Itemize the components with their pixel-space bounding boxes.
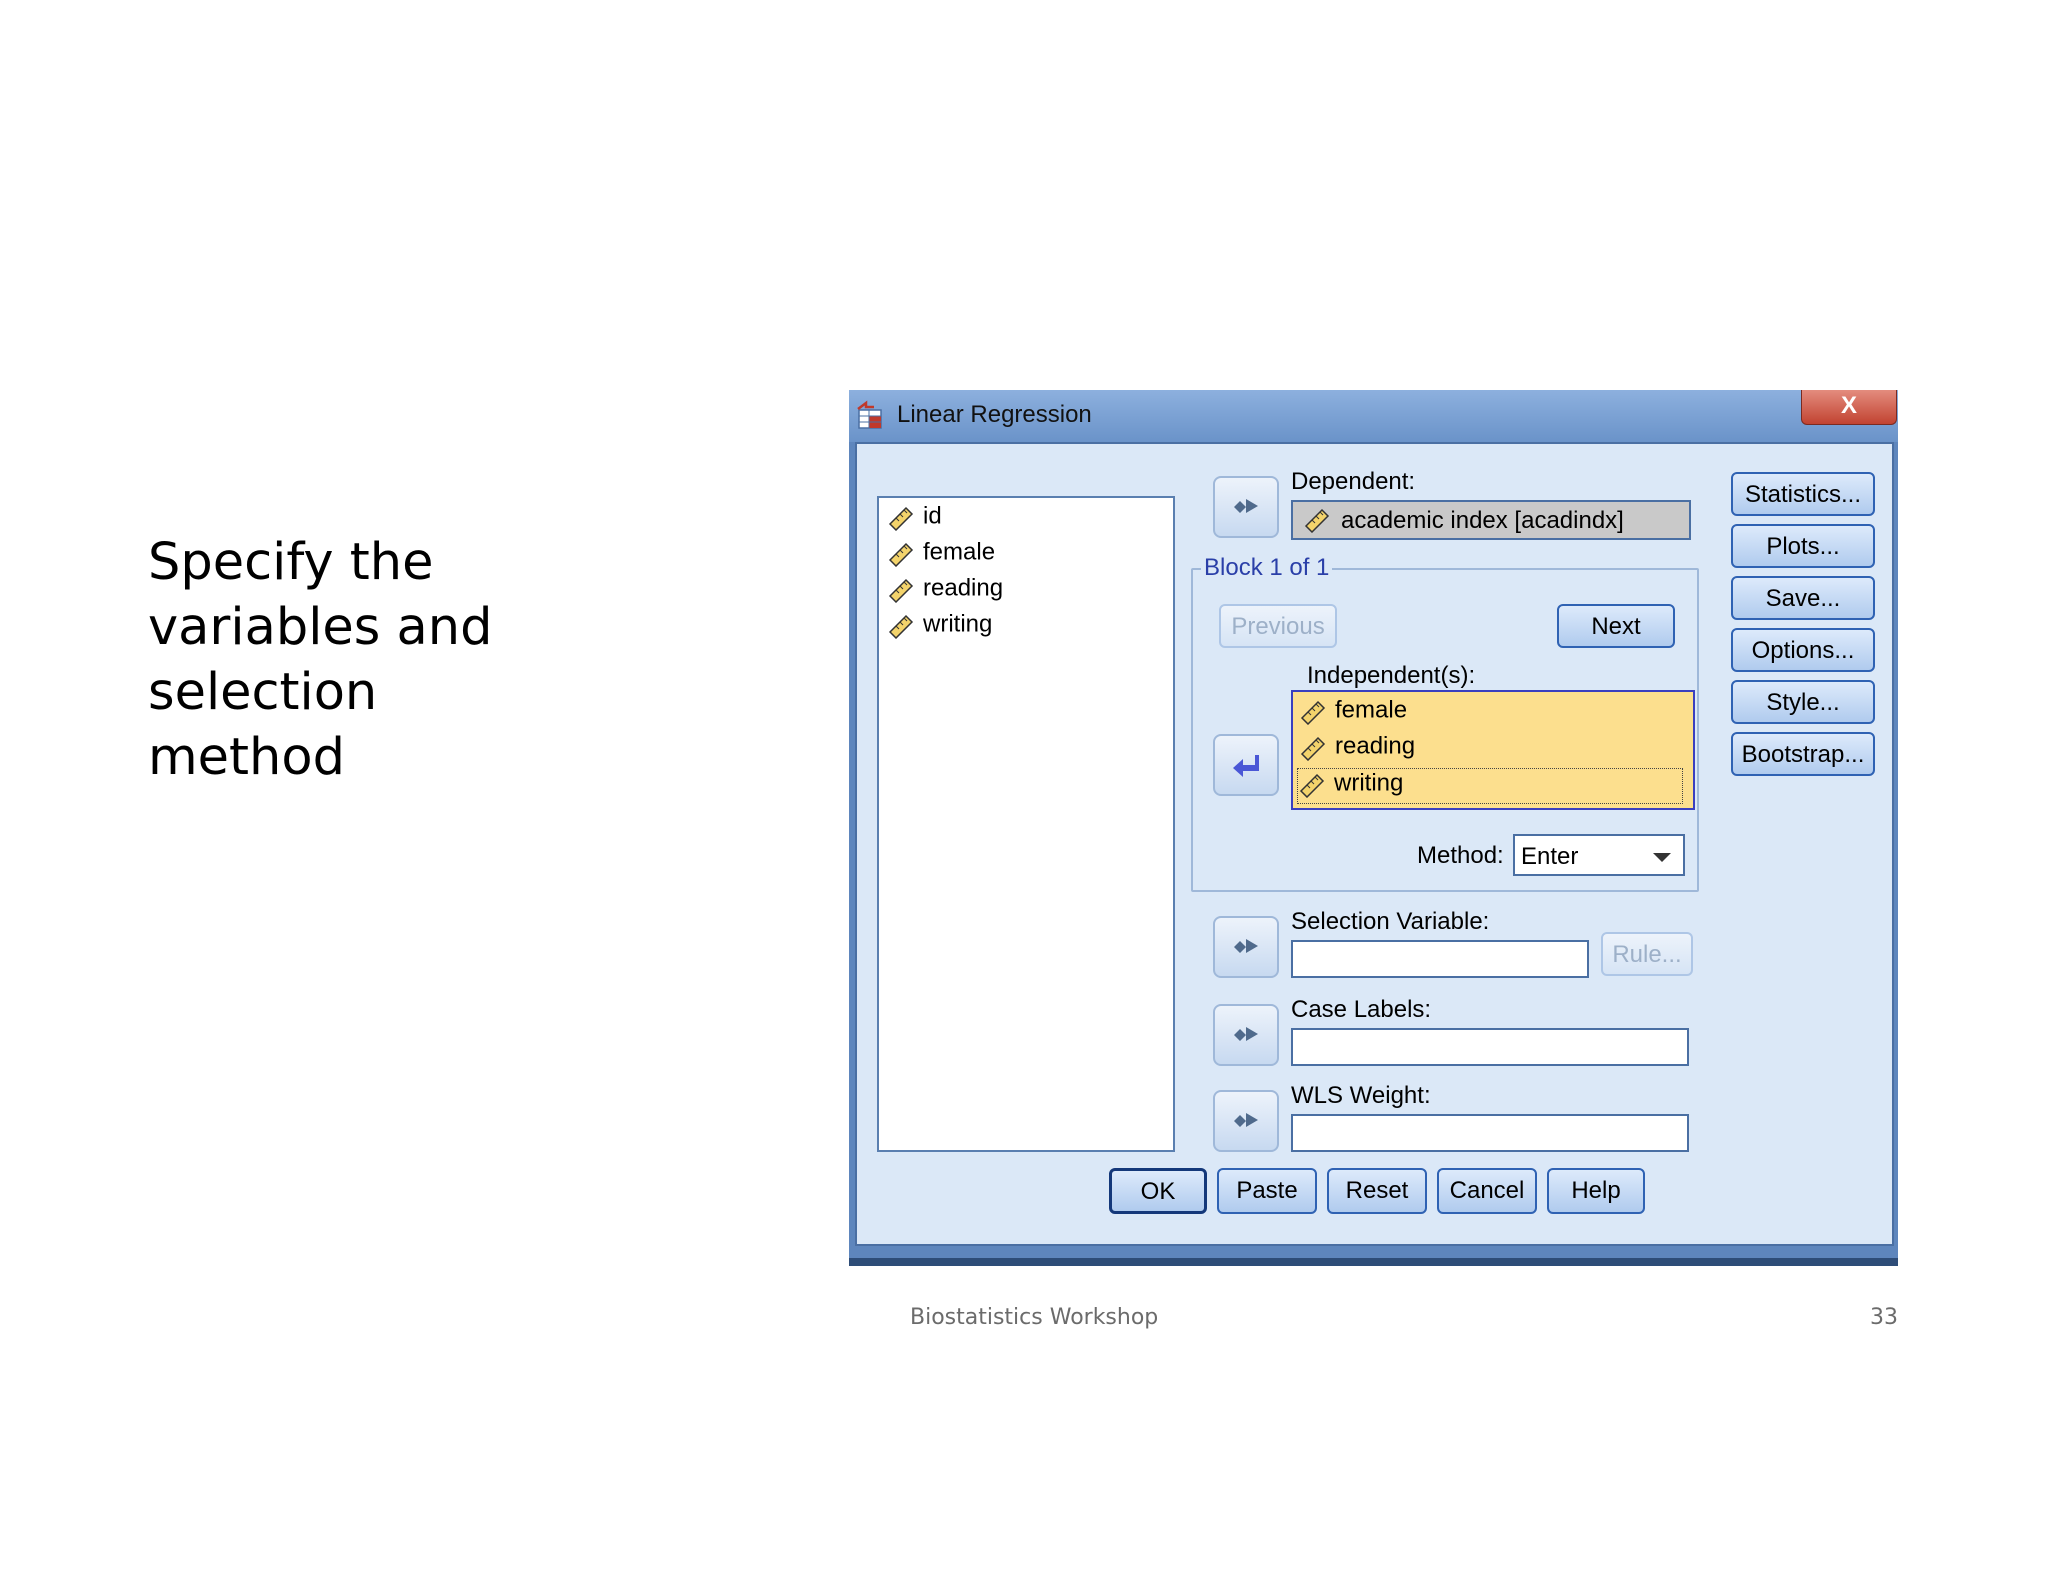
dependent-field[interactable]: academic index [acadindx] (1291, 500, 1691, 540)
scale-ruler-icon (888, 614, 914, 639)
method-label: Method: (1417, 842, 1504, 869)
selection-variable-label: Selection Variable: (1291, 908, 1490, 935)
independents-label: Independent(s): (1307, 662, 1476, 689)
arrow-right-icon (1234, 1027, 1258, 1041)
rule-button[interactable]: Rule... (1601, 932, 1693, 976)
case-labels-field[interactable] (1291, 1028, 1689, 1066)
slide-text-line: method (148, 728, 345, 787)
next-button[interactable]: Next (1557, 604, 1675, 648)
block-label: Block 1 of 1 (1201, 554, 1333, 582)
linear-regression-dialog: Linear Regression X id female reading wr… (849, 390, 1898, 1258)
scale-ruler-icon (1304, 508, 1330, 533)
independent-label: reading (1335, 732, 1416, 760)
dialog-body: id female reading writing Dependent: aca… (855, 442, 1894, 1246)
slide-page-number: 33 (1870, 1305, 1898, 1330)
move-to-selection-button[interactable] (1213, 916, 1279, 978)
style-button[interactable]: Style... (1731, 680, 1875, 724)
variable-item-reading[interactable]: reading (887, 574, 1003, 608)
scale-ruler-icon (888, 542, 914, 567)
previous-button[interactable]: Previous (1219, 604, 1337, 648)
dialog-title: Linear Regression (897, 401, 1092, 428)
statistics-button[interactable]: Statistics... (1731, 472, 1875, 516)
arrow-right-icon (1234, 499, 1258, 513)
arrow-left-return-icon (1233, 755, 1259, 777)
variable-label: writing (923, 610, 993, 638)
variable-item-id[interactable]: id (887, 502, 942, 536)
independent-item-female[interactable]: female (1299, 696, 1407, 730)
dependent-label: Dependent: (1291, 468, 1416, 495)
slide-instruction-text: Specify the variables and selection meth… (148, 530, 568, 790)
paste-button[interactable]: Paste (1217, 1168, 1317, 1214)
source-variable-list[interactable]: id female reading writing (877, 496, 1175, 1152)
method-value: Enter (1521, 843, 1579, 870)
variable-label: id (923, 502, 942, 530)
spss-app-icon (857, 400, 882, 429)
options-button[interactable]: Options... (1731, 628, 1875, 672)
save-button[interactable]: Save... (1731, 576, 1875, 620)
variable-label: female (923, 538, 996, 566)
wls-weight-field[interactable] (1291, 1114, 1689, 1152)
move-to-wls-weight-button[interactable] (1213, 1090, 1279, 1152)
dependent-value: academic index [acadindx] (1341, 507, 1624, 534)
slide-footer: Biostatistics Workshop (910, 1305, 1159, 1330)
arrow-right-icon (1234, 939, 1258, 953)
case-labels-label: Case Labels: (1291, 996, 1432, 1023)
scale-ruler-icon (1300, 700, 1326, 725)
scale-ruler-icon (888, 506, 914, 531)
close-button[interactable]: X (1801, 390, 1897, 425)
independent-label: female (1335, 696, 1408, 724)
method-dropdown[interactable]: Enter (1513, 834, 1685, 876)
scale-ruler-icon (1299, 773, 1325, 798)
variable-label: reading (923, 574, 1004, 602)
slide-text-line: Specify the (148, 533, 434, 592)
bootstrap-button[interactable]: Bootstrap... (1731, 732, 1875, 776)
independent-item-reading[interactable]: reading (1299, 732, 1415, 766)
ok-button[interactable]: OK (1109, 1168, 1207, 1214)
arrow-right-icon (1234, 1113, 1258, 1127)
plots-button[interactable]: Plots... (1731, 524, 1875, 568)
chevron-down-icon (1653, 853, 1671, 862)
cancel-button[interactable]: Cancel (1437, 1168, 1537, 1214)
independent-variable-list[interactable]: female reading writing (1291, 690, 1695, 810)
independent-item-writing[interactable]: writing (1297, 768, 1683, 804)
move-to-case-labels-button[interactable] (1213, 1004, 1279, 1066)
title-bar[interactable]: Linear Regression X (849, 390, 1898, 442)
scale-ruler-icon (1300, 736, 1326, 761)
wls-weight-label: WLS Weight: (1291, 1082, 1431, 1109)
independent-label: writing (1334, 769, 1404, 797)
move-to-independents-button[interactable] (1213, 734, 1279, 796)
reset-button[interactable]: Reset (1327, 1168, 1427, 1214)
slide-text-line: variables and (148, 598, 493, 657)
scale-ruler-icon (888, 578, 914, 603)
variable-item-writing[interactable]: writing (887, 610, 992, 644)
variable-item-female[interactable]: female (887, 538, 995, 572)
move-to-dependent-button[interactable] (1213, 476, 1279, 538)
selection-variable-field[interactable] (1291, 940, 1589, 978)
slide-text-line: selection (148, 663, 378, 722)
help-button[interactable]: Help (1547, 1168, 1645, 1214)
